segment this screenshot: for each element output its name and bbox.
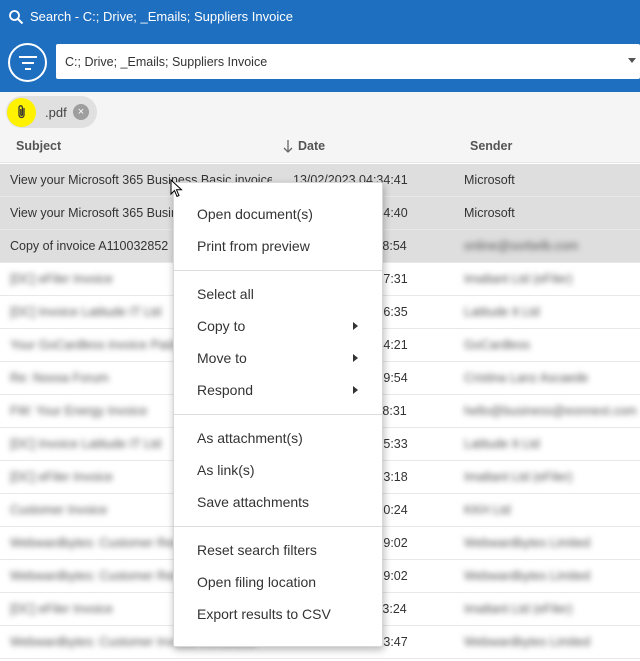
menu-item-open-filing-location[interactable]: Open filing location	[174, 566, 382, 598]
row-sender: Imaltant Ltd (eFiler)	[464, 602, 573, 616]
filter-button[interactable]	[8, 43, 47, 82]
row-sender: Imaltant Ltd (eFiler)	[464, 470, 573, 484]
search-toolbar: C:; Drive; _Emails; Suppliers Invoice	[0, 33, 640, 90]
row-sender: hello@business@eonnext.com	[464, 404, 637, 418]
paperclip-icon	[7, 97, 36, 127]
sort-down-arrow-icon	[283, 140, 293, 153]
results-header: Subject Date Sender	[0, 130, 640, 163]
filter-icon	[18, 55, 37, 70]
menu-item-copy-to[interactable]: Copy to	[174, 310, 382, 342]
menu-item-label: Copy to	[197, 318, 246, 334]
submenu-arrow-icon	[353, 386, 358, 394]
row-sender: Microsoft	[464, 206, 515, 220]
dropdown-caret-icon	[628, 58, 636, 63]
menu-item-move-to[interactable]: Move to	[174, 342, 382, 374]
close-icon[interactable]: ×	[73, 104, 89, 120]
row-sender: Latitude It Ltd	[464, 305, 540, 319]
menu-item-as-links[interactable]: As link(s)	[174, 454, 382, 486]
menu-separator	[174, 270, 382, 271]
pdf-filter-chip[interactable]: .pdf ×	[6, 96, 97, 128]
window-titlebar: Search - C:; Drive; _Emails; Suppliers I…	[0, 0, 640, 33]
menu-item-print-preview[interactable]: Print from preview	[174, 230, 382, 262]
cursor-icon	[170, 179, 183, 198]
chip-label: .pdf	[45, 104, 67, 120]
menu-item-respond[interactable]: Respond	[174, 374, 382, 406]
row-sender: online@sorbelb.com	[464, 239, 579, 253]
row-sender: Webwardbytes Limited	[464, 635, 591, 649]
window-title: Search - C:; Drive; _Emails; Suppliers I…	[30, 9, 293, 24]
menu-item-export-csv[interactable]: Export results to CSV	[174, 598, 382, 630]
search-icon	[9, 9, 24, 24]
column-header-sender[interactable]: Sender	[470, 139, 512, 153]
row-sender: Latitude It Ltd	[464, 437, 540, 451]
row-sender: Imaltant Ltd (eFiler)	[464, 272, 573, 286]
row-sender: Cristina Lanz Ascaede	[464, 371, 589, 385]
menu-separator	[174, 414, 382, 415]
row-sender: Microsoft	[464, 173, 515, 187]
row-sender: Webwardbytes Limited	[464, 536, 591, 550]
location-value: C:; Drive; _Emails; Suppliers Invoice	[65, 54, 268, 69]
menu-item-open-documents[interactable]: Open document(s)	[174, 198, 382, 230]
menu-separator	[174, 526, 382, 527]
row-sender: KKH Ltd	[464, 503, 511, 517]
row-sender: GoCardless	[464, 338, 530, 352]
column-header-date[interactable]: Date	[298, 139, 325, 153]
menu-item-label: Move to	[197, 350, 247, 366]
column-header-subject[interactable]: Subject	[16, 139, 61, 153]
menu-item-select-all[interactable]: Select all	[174, 278, 382, 310]
submenu-arrow-icon	[353, 322, 358, 330]
submenu-arrow-icon	[353, 354, 358, 362]
menu-item-as-attachments[interactable]: As attachment(s)	[174, 422, 382, 454]
menu-item-label: Respond	[197, 382, 254, 398]
menu-item-reset-filters[interactable]: Reset search filters	[174, 534, 382, 566]
filter-chip-bar: .pdf ×	[0, 92, 640, 130]
row-sender: Webwardbytes Limited	[464, 569, 591, 583]
context-menu: Open document(s) Print from preview Sele…	[173, 182, 383, 647]
menu-item-save-attachments[interactable]: Save attachments	[174, 486, 382, 518]
location-select[interactable]: C:; Drive; _Emails; Suppliers Invoice	[56, 44, 640, 79]
